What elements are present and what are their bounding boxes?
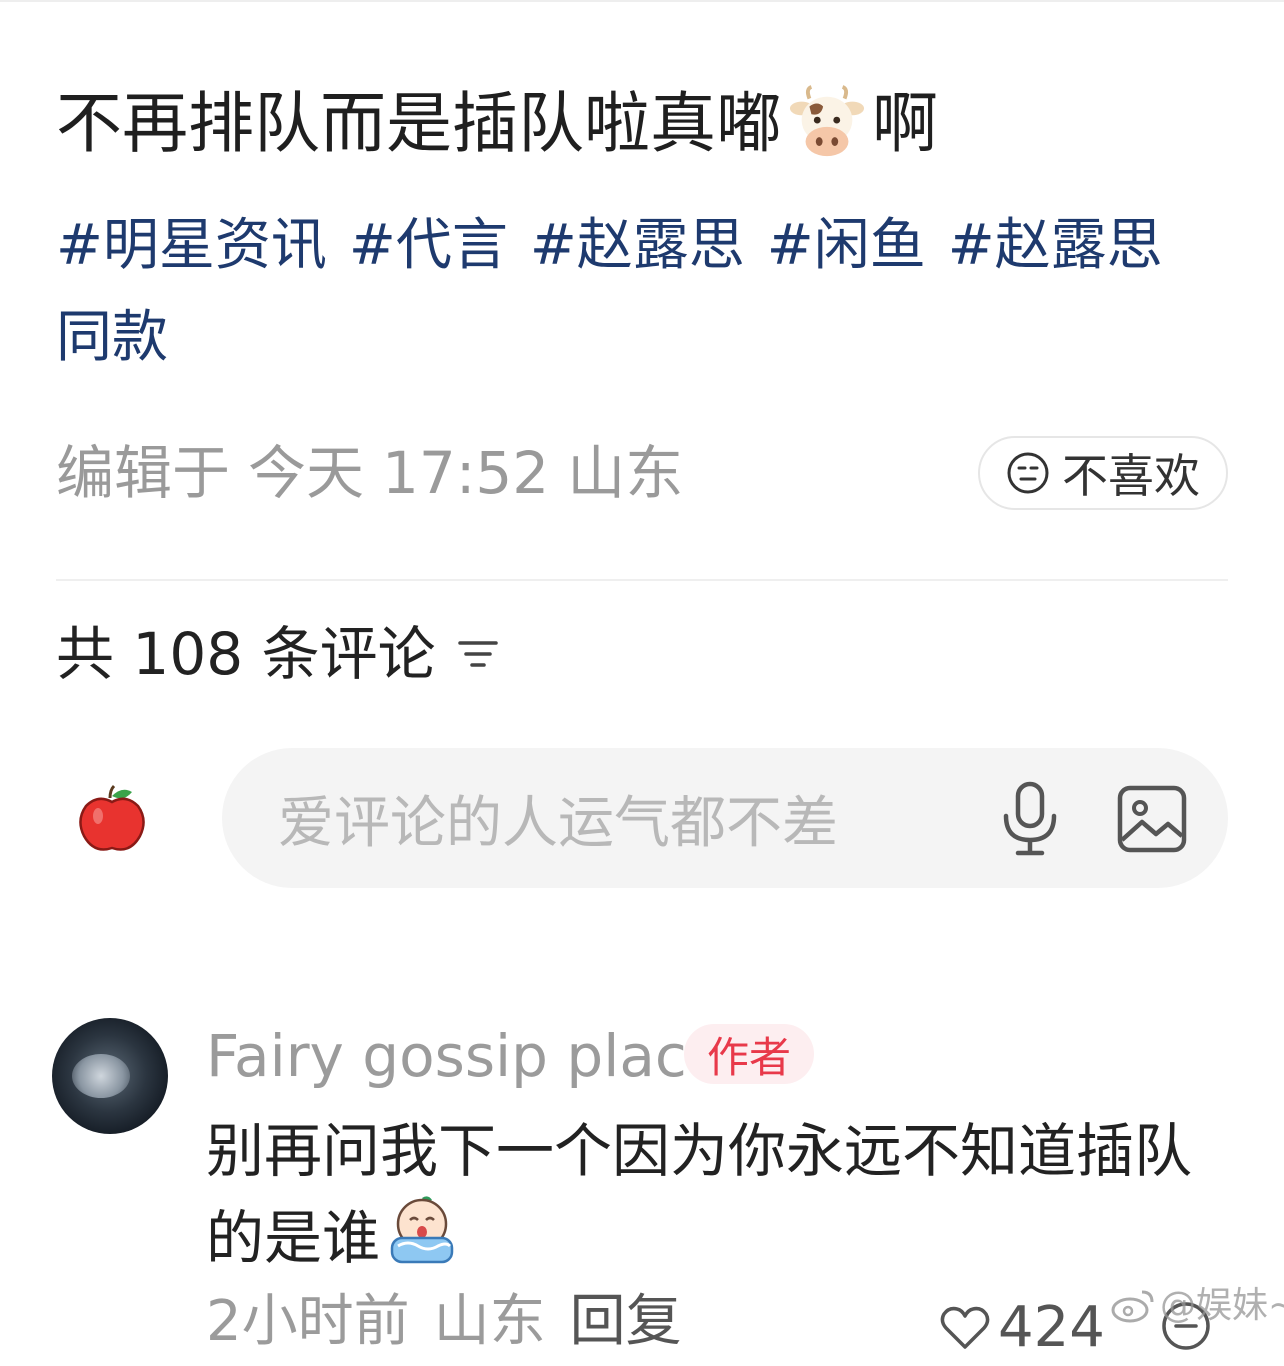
comment-time: 2小时前 bbox=[206, 1289, 410, 1354]
commenter-avatar[interactable] bbox=[52, 1018, 168, 1134]
comment-meta: 2小时前 山东 回复 bbox=[206, 1284, 706, 1360]
weibo-logo-icon bbox=[1111, 1290, 1154, 1323]
hashtag-link[interactable]: #赵露思 bbox=[530, 213, 745, 278]
hashtag-link[interactable]: #代言 bbox=[349, 213, 508, 278]
like-button[interactable]: 424 bbox=[940, 1290, 1105, 1366]
comment-location: 山东 bbox=[433, 1289, 546, 1354]
hashtag-link[interactable]: #闲鱼 bbox=[767, 213, 926, 278]
neutral-face-icon bbox=[1007, 452, 1049, 494]
image-icon[interactable] bbox=[1116, 784, 1188, 854]
comment-count-label: 共 108 条评论 bbox=[56, 620, 436, 688]
comment-body: 别再问我下一个因为你永远不知道插队的是谁 bbox=[206, 1110, 1226, 1279]
sort-icon[interactable] bbox=[457, 637, 498, 671]
crying-emoji-icon bbox=[390, 1196, 454, 1264]
comment-input[interactable]: 爱评论的人运气都不差 bbox=[222, 748, 1228, 888]
weibo-watermark: @娱妹~ bbox=[1110, 1284, 1284, 1328]
edited-label: 编辑于 bbox=[56, 439, 231, 507]
apple-avatar-icon bbox=[79, 784, 145, 851]
dislike-label: 不喜欢 bbox=[1062, 449, 1200, 503]
post-title-text-end: 啊 bbox=[872, 85, 938, 162]
edited-time: 17:52 bbox=[382, 439, 550, 507]
commenter-username[interactable]: Fairy gossip place bbox=[206, 1018, 722, 1094]
cow-face-icon bbox=[789, 85, 865, 157]
watermark-text: @娱妹~ bbox=[1160, 1285, 1284, 1326]
hashtag-link[interactable]: #明星资讯 bbox=[56, 213, 327, 278]
comment-count-header: 共 108 条评论 bbox=[56, 614, 498, 694]
avatar-photo bbox=[72, 1054, 130, 1098]
heart-icon bbox=[940, 1306, 990, 1349]
post-meta: 编辑于 今天 17:52 山东 bbox=[56, 432, 701, 514]
edited-day: 今天 bbox=[248, 439, 365, 507]
top-divider bbox=[0, 0, 1284, 2]
section-divider bbox=[56, 579, 1228, 581]
post-location: 山东 bbox=[567, 439, 684, 507]
hashtag-list: #明星资讯 #代言 #赵露思 #闲鱼 #赵露思同款 bbox=[56, 200, 1216, 384]
like-count: 424 bbox=[998, 1295, 1105, 1360]
reply-button[interactable]: 回复 bbox=[570, 1289, 682, 1354]
post-title-text: 不再排队而是插队啦真嘟 bbox=[56, 85, 782, 162]
comment-input-placeholder: 爱评论的人运气都不差 bbox=[278, 790, 838, 856]
dislike-button[interactable]: 不喜欢 bbox=[978, 436, 1228, 510]
microphone-icon[interactable] bbox=[998, 780, 1062, 858]
comment-text: 别再问我下一个因为你永远不知道插队的是谁 bbox=[206, 1117, 1193, 1272]
author-badge: 作者 bbox=[684, 1024, 814, 1084]
post-title: 不再排队而是插队啦真嘟 啊 bbox=[56, 78, 1236, 170]
